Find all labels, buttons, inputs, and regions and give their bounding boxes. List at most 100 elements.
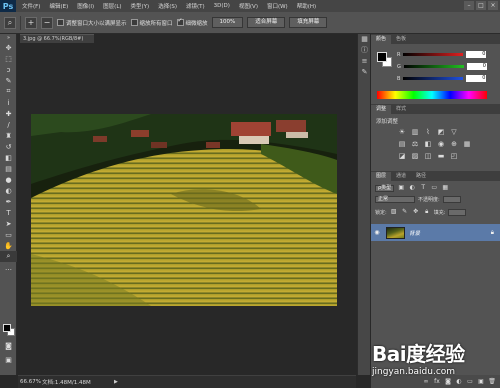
path-select-icon[interactable]: ➤ bbox=[0, 218, 17, 229]
layer-style-icon[interactable]: fx bbox=[433, 378, 441, 386]
black-white-icon[interactable]: ◧ bbox=[423, 140, 433, 149]
color-balance-icon[interactable]: ⚖ bbox=[410, 140, 420, 149]
menu-help[interactable]: 帮助(H) bbox=[297, 2, 316, 10]
tab-swatches[interactable]: 色板 bbox=[391, 35, 411, 44]
lock-paint-icon[interactable]: ✎ bbox=[401, 208, 409, 216]
menu-image[interactable]: 图像(I) bbox=[77, 2, 94, 10]
adjustment-filter-icon[interactable]: ◐ bbox=[408, 184, 416, 192]
zoom-all-option[interactable]: 缩放所有窗口 bbox=[130, 19, 173, 27]
zoom-in-icon[interactable]: + bbox=[25, 16, 37, 29]
visibility-eye-icon[interactable]: ◉ bbox=[371, 229, 383, 236]
posterize-icon[interactable]: ▨ bbox=[410, 152, 420, 161]
foreground-color-swatch[interactable] bbox=[3, 324, 11, 332]
gradient-icon[interactable]: ▤ bbox=[0, 163, 17, 174]
marquee-icon[interactable]: ⬚ bbox=[0, 53, 17, 64]
fill-field[interactable] bbox=[448, 208, 467, 216]
resize-windows-option[interactable]: 调整窗口大小以满屏显示 bbox=[57, 19, 127, 27]
delete-layer-icon[interactable]: 🗑︎ bbox=[488, 378, 496, 386]
canvas-area[interactable] bbox=[18, 43, 356, 375]
green-slider[interactable] bbox=[403, 65, 464, 68]
red-value-field[interactable]: 0 bbox=[466, 51, 487, 58]
gradient-map-icon[interactable]: ▬ bbox=[436, 152, 446, 161]
levels-icon[interactable]: ▥ bbox=[410, 128, 420, 137]
history-brush-icon[interactable]: ↺ bbox=[0, 141, 17, 152]
history-panel-icon[interactable]: ▦ bbox=[358, 34, 371, 45]
dodge-icon[interactable]: ◐ bbox=[0, 185, 17, 196]
color-lookup-icon[interactable]: ▦ bbox=[462, 140, 472, 149]
blue-value-field[interactable]: 0 bbox=[466, 75, 487, 82]
info-panel-icon[interactable]: ⓘ bbox=[358, 45, 371, 56]
new-adjustment-icon[interactable]: ◐ bbox=[455, 378, 463, 386]
menu-window[interactable]: 窗口(W) bbox=[267, 2, 288, 10]
crop-icon[interactable]: ⌗ bbox=[0, 86, 17, 97]
scrubby-zoom-checkbox[interactable] bbox=[176, 19, 184, 26]
document-tab[interactable]: 3.jpg @ 66.7%(RGB/8#) bbox=[20, 34, 94, 43]
opacity-field[interactable] bbox=[442, 196, 461, 203]
scrubby-zoom-option[interactable]: 细微缩放 bbox=[176, 19, 208, 27]
color-spectrum[interactable] bbox=[377, 91, 487, 99]
new-group-icon[interactable]: ▭ bbox=[466, 378, 474, 386]
menu-select[interactable]: 选择(S) bbox=[158, 2, 177, 10]
add-mask-icon[interactable]: ◙ bbox=[444, 378, 452, 386]
vibrance-icon[interactable]: ▽ bbox=[449, 128, 459, 137]
pen-icon[interactable]: ✒ bbox=[0, 196, 17, 207]
lock-move-icon[interactable]: ✥ bbox=[412, 208, 420, 216]
zoom-tool-icon[interactable]: ⌕ bbox=[4, 16, 16, 29]
channel-mixer-icon[interactable]: ⊕ bbox=[449, 140, 459, 149]
threshold-icon[interactable]: ◫ bbox=[423, 152, 433, 161]
selective-color-icon[interactable]: ◰ bbox=[449, 152, 459, 161]
tab-channels[interactable]: 通道 bbox=[391, 172, 411, 181]
lock-all-icon[interactable]: 🔒︎ bbox=[423, 208, 431, 216]
collapse-toolbar-icon[interactable]: » bbox=[0, 34, 17, 42]
blue-slider[interactable] bbox=[403, 77, 464, 80]
pixel-filter-icon[interactable]: ▣ bbox=[397, 184, 405, 192]
layer-name[interactable]: 背景 bbox=[409, 229, 420, 237]
more-tools-icon[interactable]: … bbox=[0, 262, 17, 273]
kind-filter-select[interactable]: ρ类型 bbox=[375, 184, 395, 192]
menu-type[interactable]: 类型(Y) bbox=[131, 2, 150, 10]
zoom-level[interactable]: 66.67% bbox=[18, 379, 42, 385]
zoom-all-checkbox[interactable] bbox=[130, 19, 138, 26]
resize-windows-checkbox[interactable] bbox=[57, 19, 64, 26]
type-icon[interactable]: T bbox=[0, 207, 17, 218]
maximize-button[interactable]: □ bbox=[476, 1, 486, 10]
minimize-button[interactable]: – bbox=[464, 1, 474, 10]
invert-icon[interactable]: ◪ bbox=[397, 152, 407, 161]
smart-filter-icon[interactable]: ▦ bbox=[441, 184, 449, 192]
quick-mask-icon[interactable]: ◙ bbox=[0, 340, 17, 351]
menu-layer[interactable]: 图层(L) bbox=[103, 2, 121, 10]
zoom-out-icon[interactable]: − bbox=[41, 16, 53, 29]
tab-paths[interactable]: 路径 bbox=[411, 172, 431, 181]
move-icon[interactable]: ✥ bbox=[0, 42, 17, 53]
menu-edit[interactable]: 编辑(E) bbox=[49, 2, 68, 10]
quick-select-icon[interactable]: ✎ bbox=[0, 75, 17, 86]
menu-file[interactable]: 文件(F) bbox=[22, 2, 40, 10]
properties-panel-icon[interactable]: ≡ bbox=[358, 56, 371, 67]
link-layers-icon[interactable]: ∞ bbox=[422, 378, 430, 386]
status-menu-arrow-icon[interactable]: ▶ bbox=[114, 379, 118, 385]
shape-filter-icon[interactable]: ▭ bbox=[430, 184, 438, 192]
menu-3d[interactable]: 3D(D) bbox=[214, 3, 230, 9]
zoom-100-button[interactable]: 100% bbox=[211, 17, 244, 28]
rectangle-icon[interactable]: ▭ bbox=[0, 229, 17, 240]
blend-mode-select[interactable]: 正常 bbox=[375, 196, 415, 203]
fit-screen-button[interactable]: 适合屏幕 bbox=[247, 17, 286, 28]
photo-filter-icon[interactable]: ◉ bbox=[436, 140, 446, 149]
hand-icon[interactable]: ✋ bbox=[0, 240, 17, 251]
close-button[interactable]: × bbox=[488, 1, 498, 10]
menu-view[interactable]: 视图(V) bbox=[239, 2, 258, 10]
lasso-icon[interactable]: ↄ bbox=[0, 64, 17, 75]
healing-icon[interactable]: ✚ bbox=[0, 108, 17, 119]
clone-stamp-icon[interactable]: ♜ bbox=[0, 130, 17, 141]
type-filter-icon[interactable]: T bbox=[419, 184, 427, 192]
brush-panel-icon[interactable]: ✎ bbox=[358, 67, 371, 78]
curves-icon[interactable]: ⌇ bbox=[423, 128, 433, 137]
exposure-icon[interactable]: ◩ bbox=[436, 128, 446, 137]
tab-styles[interactable]: 样式 bbox=[391, 105, 411, 114]
screen-mode-icon[interactable]: ▣ bbox=[0, 354, 17, 365]
zoom-icon[interactable]: ⌕ bbox=[0, 251, 17, 262]
hue-saturation-icon[interactable]: ▤ bbox=[397, 140, 407, 149]
blur-icon[interactable]: ● bbox=[0, 174, 17, 185]
brush-icon[interactable]: / bbox=[0, 119, 17, 130]
brightness-icon[interactable]: ☀ bbox=[397, 128, 407, 137]
